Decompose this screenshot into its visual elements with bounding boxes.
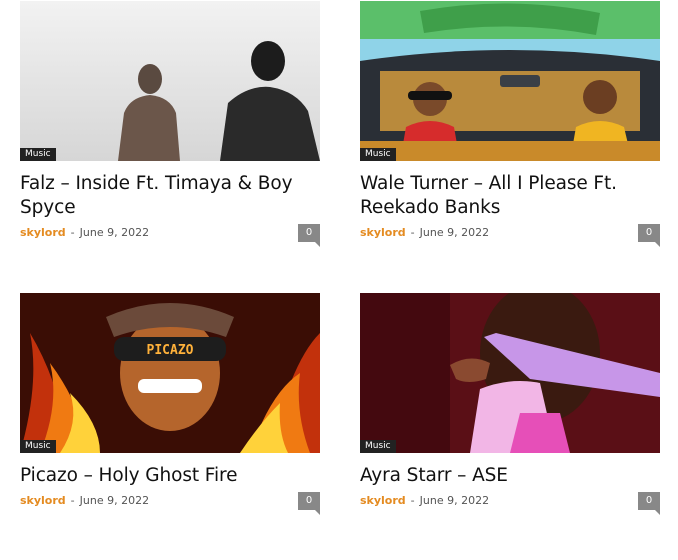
comment-count-bubble[interactable]: 0 — [638, 492, 660, 515]
post-title[interactable]: Falz – Inside Ft. Timaya & Boy Spyce — [20, 172, 320, 220]
author-link[interactable]: skylord — [20, 494, 66, 507]
post-title[interactable]: Picazo – Holy Ghost Fire — [20, 464, 320, 488]
meta-separator: - — [70, 226, 75, 239]
category-badge[interactable]: Music — [20, 440, 56, 453]
author-link[interactable]: skylord — [360, 494, 406, 507]
thumbnail-image: PICAZO — [20, 293, 320, 453]
comment-count-bubble[interactable]: 0 — [298, 224, 320, 247]
author-link[interactable]: skylord — [20, 226, 66, 239]
post-thumbnail[interactable]: Music — [20, 1, 320, 161]
post-title[interactable]: Ayra Starr – ASE — [360, 464, 660, 488]
comment-count-bubble[interactable]: 0 — [298, 492, 320, 515]
post-card: Music Falz – Inside Ft. Timaya & Boy Spy… — [20, 1, 320, 247]
meta-separator: - — [410, 226, 415, 239]
post-date: June 9, 2022 — [419, 494, 490, 507]
visor-lettering: PICAZO — [147, 343, 194, 358]
category-badge[interactable]: Music — [20, 148, 56, 161]
post-meta: skylord - June 9, 2022 0 — [20, 224, 320, 247]
category-badge[interactable]: Music — [360, 440, 396, 453]
post-meta: skylord - June 9, 2022 0 — [20, 492, 320, 515]
post-date: June 9, 2022 — [79, 226, 150, 239]
post-title[interactable]: Wale Turner – All I Please Ft. Reekado B… — [360, 172, 660, 220]
post-thumbnail[interactable]: Music — [360, 293, 660, 453]
post-card: PICAZO Music Picazo – Holy Ghost Fire sk… — [20, 293, 320, 515]
post-card: Music Ayra Starr – ASE skylord - June 9, 2… — [360, 293, 660, 515]
meta-separator: - — [70, 494, 75, 507]
author-link[interactable]: skylord — [360, 226, 406, 239]
post-date: June 9, 2022 — [79, 494, 150, 507]
thumbnail-image — [360, 293, 660, 453]
comment-count-bubble[interactable]: 0 — [638, 224, 660, 247]
post-thumbnail[interactable]: PICAZO Music — [20, 293, 320, 453]
thumbnail-image — [20, 1, 320, 161]
post-meta: skylord - June 9, 2022 0 — [360, 224, 660, 247]
meta-separator: - — [410, 494, 415, 507]
post-meta: skylord - June 9, 2022 0 — [360, 492, 660, 515]
post-card: Music Wale Turner – All I Please Ft. Ree… — [360, 1, 660, 247]
post-thumbnail[interactable]: Music — [360, 1, 660, 161]
category-badge[interactable]: Music — [360, 148, 396, 161]
post-date: June 9, 2022 — [419, 226, 490, 239]
thumbnail-image — [360, 1, 660, 161]
